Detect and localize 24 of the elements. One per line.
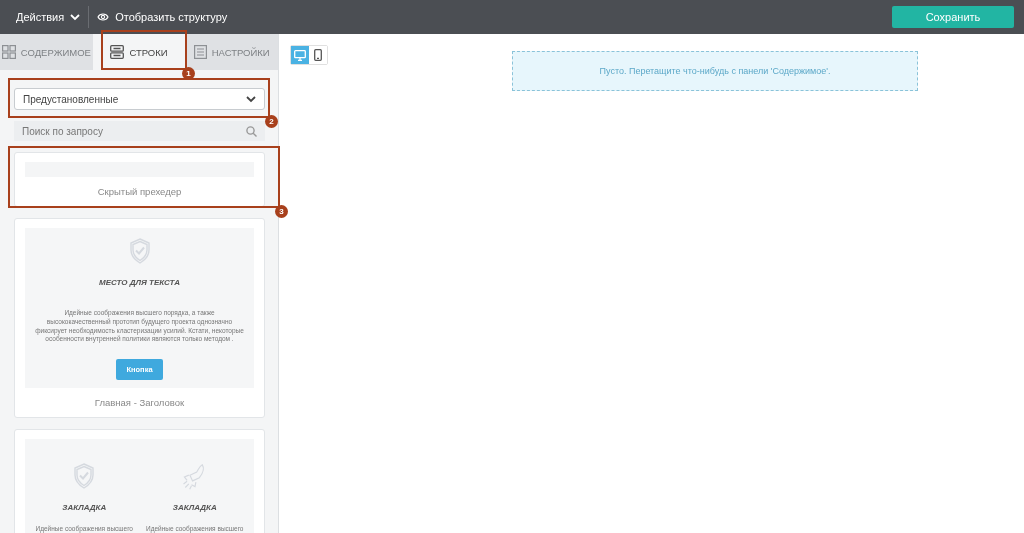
- actions-menu-button[interactable]: Действия: [10, 7, 87, 27]
- chevron-down-icon: [246, 95, 256, 103]
- shield-check-icon: [73, 460, 96, 491]
- grid-icon: [1, 45, 16, 59]
- tab[interactable]: СТРОКИ: [92, 34, 186, 70]
- preset-dropdown[interactable]: Предустановленные: [14, 88, 265, 110]
- eye-icon: [97, 12, 110, 22]
- search-field[interactable]: Поиск по запросу: [14, 121, 265, 141]
- preview-heading: ЗАКЛАДКА: [172, 502, 217, 512]
- search-icon: [246, 126, 257, 137]
- empty-drop-zone: Пусто. Перетащите что-нибудь с панели 'Содержимое'.: [512, 51, 918, 91]
- monitor-icon: [294, 49, 306, 61]
- preview-heading: МЕСТО ДЛЯ ТЕКСТА: [99, 278, 180, 287]
- template-label: Скрытый прехедер: [96, 186, 183, 197]
- preview-heading: ЗАКЛАДКА: [62, 502, 107, 512]
- structure-toggle-button[interactable]: Отобразить структуру: [91, 7, 234, 27]
- shield-check-icon: [128, 238, 151, 264]
- document-icon: [193, 45, 207, 59]
- phone-icon: [314, 49, 322, 61]
- row-template-card[interactable]: [14, 218, 265, 419]
- chevron-down-icon: [70, 13, 81, 21]
- template-label: Главная - Заголовок: [93, 397, 186, 409]
- rows-icon: [110, 45, 125, 59]
- row-template-card[interactable]: Скрытый прехедер: [14, 152, 265, 207]
